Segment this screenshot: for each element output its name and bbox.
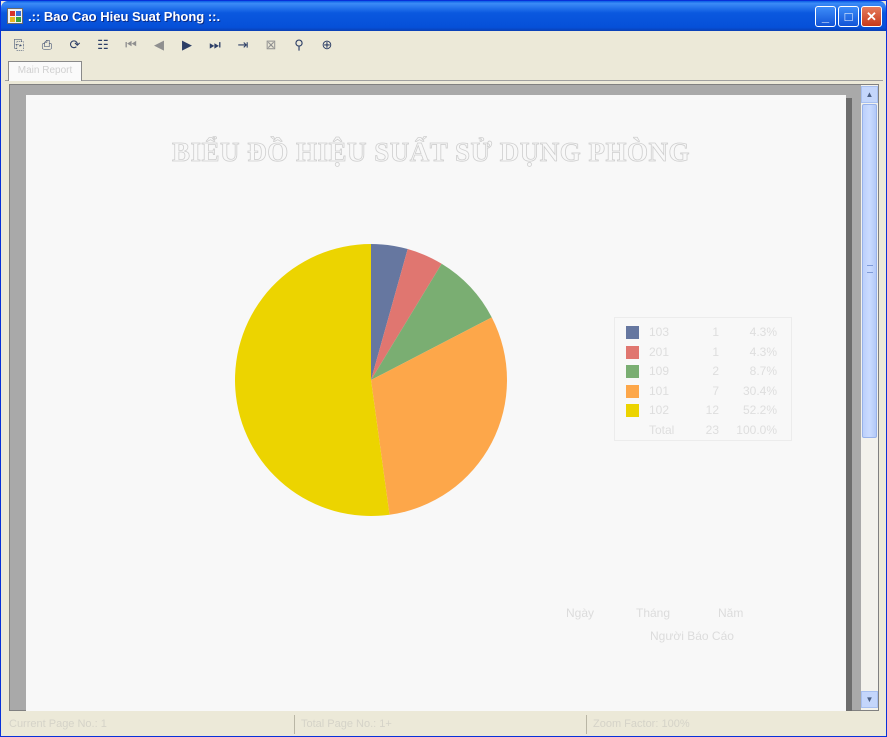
legend-swatch-201 (626, 345, 639, 359)
date-year-label: Năm (718, 606, 744, 620)
title-bar[interactable]: .:: Bao Cao Hieu Suat Phong ::. _ □ ✕ (1, 1, 886, 31)
status-zoom: Zoom Factor: 100% (593, 718, 690, 730)
legend-swatch-103 (626, 326, 639, 339)
legend-percent: 4.3% (749, 325, 777, 339)
tab-strip: Main Report (5, 59, 883, 81)
search-icon[interactable]: ⚲ (288, 35, 310, 55)
tab-main-report[interactable]: Main Report (8, 61, 82, 81)
minimize-button[interactable]: _ (815, 6, 836, 27)
maximize-button[interactable]: □ (838, 6, 859, 27)
chart-legend: 103 1 4.3% 201 1 4.3% 109 2 8.7% 101 7 30.4% 102 12 52… (614, 317, 792, 441)
stop-icon[interactable]: ⊠ (260, 35, 282, 55)
app-icon[interactable] (7, 8, 23, 24)
pie-slice-102 (234, 244, 390, 516)
group-tree-icon[interactable]: ☷ (92, 35, 114, 55)
date-day-label: Ngày (566, 606, 595, 620)
legend-percent: 30.4% (742, 383, 777, 398)
date-month-label: Tháng (636, 606, 671, 620)
legend-label: 109 (649, 364, 670, 378)
scroll-up-icon[interactable]: ▲ (861, 86, 878, 103)
print-icon[interactable]: ⎙ (36, 35, 58, 55)
legend-count: 12 (705, 403, 719, 417)
legend-row-103: 103 1 4.3% (615, 322, 793, 341)
scroll-grip-icon (867, 265, 873, 273)
report-window: .:: Bao Cao Hieu Suat Phong ::. _ □ ✕ ⎘ ⎙… (0, 0, 887, 737)
report-page: BIỂU ĐỒ HIỆU SUẤT SỬ DỤNG PHÒNG 103 1 4.3%… (26, 95, 846, 711)
status-bar: Current Page No.: 1 Total Page No.: 1+ Z… (5, 715, 883, 734)
pie-chart (234, 244, 507, 516)
legend-count: 23 (705, 422, 719, 437)
legend-label: 102 (649, 403, 670, 417)
first-page-icon[interactable]: ⏮ (120, 35, 142, 55)
legend-percent: 4.3% (749, 344, 777, 359)
legend-row-109: 109 2 8.7% (615, 361, 793, 380)
legend-label: 101 (649, 383, 670, 398)
legend-percent: 100.0% (736, 422, 777, 437)
scroll-thumb[interactable] (862, 104, 877, 438)
legend-percent: 52.2% (742, 403, 777, 417)
refresh-icon[interactable]: ⟳ (64, 35, 86, 55)
legend-row-201: 201 1 4.3% (615, 342, 793, 361)
report-toolbar: ⎘ ⎙ ⟳ ☷ ⏮ ◀ ▶ ⏭ ⇥ ⊠ ⚲ ⊕ (5, 33, 883, 57)
legend-count: 1 (712, 325, 719, 339)
legend-swatch-101 (626, 384, 639, 398)
legend-total-row: Total 23 100.0% (615, 420, 793, 439)
scroll-down-icon[interactable]: ▼ (861, 691, 878, 708)
legend-row-102: 102 12 52.2% (615, 400, 793, 419)
previous-page-icon[interactable]: ◀ (148, 35, 170, 55)
legend-count: 1 (712, 344, 719, 359)
legend-swatch-109 (626, 365, 639, 378)
goto-page-icon[interactable]: ⇥ (232, 35, 254, 55)
window-title: .:: Bao Cao Hieu Suat Phong ::. (28, 9, 221, 24)
legend-label: 201 (649, 344, 670, 359)
legend-label: 103 (649, 325, 670, 339)
close-button[interactable]: ✕ (861, 6, 882, 27)
last-page-icon[interactable]: ⏭ (204, 35, 226, 55)
legend-label: Total (649, 422, 675, 437)
report-title: BIỂU ĐỒ HIỆU SUẤT SỬ DỤNG PHÒNG (171, 137, 691, 168)
zoom-icon[interactable]: ⊕ (316, 35, 338, 55)
next-page-icon[interactable]: ▶ (176, 35, 198, 55)
legend-count: 2 (712, 364, 719, 378)
legend-swatch-102 (626, 404, 639, 417)
signer-label: Người Báo Cáo (650, 629, 734, 643)
status-total-page: Total Page No.: 1+ (297, 715, 587, 734)
export-icon[interactable]: ⎘ (8, 35, 30, 55)
legend-row-101: 101 7 30.4% (615, 381, 793, 400)
vertical-scrollbar[interactable]: ▲ ▼ (861, 85, 878, 710)
report-viewer: BIỂU ĐỒ HIỆU SUẤT SỬ DỤNG PHÒNG 103 1 4.3%… (9, 84, 879, 711)
status-current-page: Current Page No.: 1 (5, 715, 295, 734)
legend-count: 7 (712, 383, 719, 398)
legend-percent: 8.7% (749, 364, 777, 378)
